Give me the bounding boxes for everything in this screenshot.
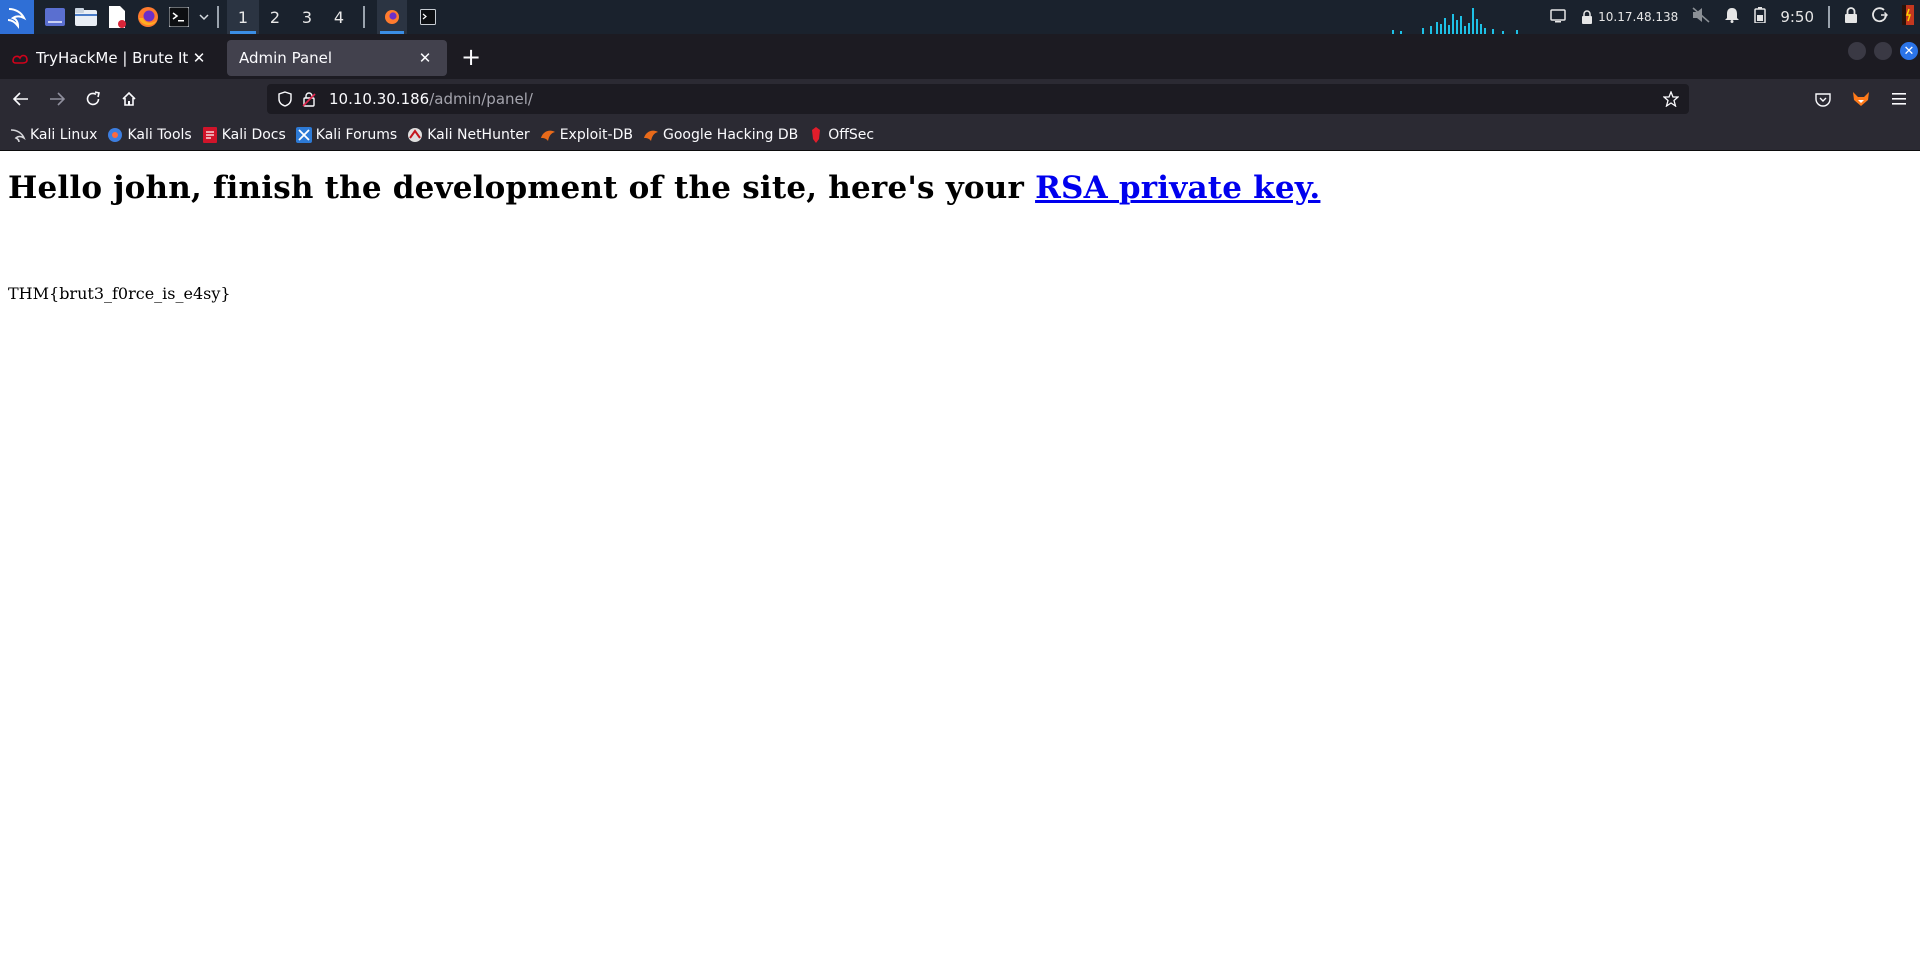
insecure-lock-icon[interactable] <box>299 89 319 109</box>
rsa-private-key-link[interactable]: RSA private key. <box>1035 170 1320 206</box>
bookmark-label: Kali NetHunter <box>427 126 530 143</box>
tab-close-icon[interactable]: ✕ <box>415 48 435 68</box>
taskbar-firefox-window[interactable] <box>377 0 407 34</box>
tab-admin-panel[interactable]: Admin Panel ✕ <box>227 39 447 76</box>
bookmark-label: Google Hacking DB <box>662 126 799 143</box>
bookmark-offsec[interactable]: OffSec <box>808 126 875 143</box>
close-window-button[interactable]: ✕ <box>1900 42 1918 60</box>
bookmark-exploit-db[interactable]: Exploit-DB <box>540 127 633 143</box>
workspace-switcher: 1 2 3 4 <box>227 0 355 34</box>
bookmark-kali-tools[interactable]: Kali Tools <box>107 126 192 143</box>
window-controls: ✕ <box>1848 42 1918 60</box>
tab-title: TryHackMe | Brute It <box>36 48 189 67</box>
logout-icon[interactable] <box>1872 7 1889 27</box>
bookmark-label: OffSec <box>828 126 875 143</box>
battery-icon[interactable] <box>1754 7 1767 27</box>
navigation-toolbar: 10.10.30.186/admin/panel/ <box>0 79 1920 119</box>
bookmark-label: Exploit-DB <box>559 126 633 143</box>
power-icon[interactable] <box>1902 5 1914 29</box>
forward-button[interactable] <box>42 84 72 114</box>
file-manager-icon[interactable] <box>75 6 97 28</box>
heading-text: Hello john, finish the development of th… <box>8 170 1036 206</box>
page-content: Hello john, finish the development of th… <box>0 152 1920 963</box>
bookmark-label: Kali Tools <box>127 126 192 143</box>
terminal-launcher-icon[interactable] <box>168 6 190 28</box>
ghdb-icon <box>643 127 659 143</box>
flag-text: THM{brut3_f0rce_is_e4sy} <box>8 284 231 303</box>
kali-dragon-icon <box>7 8 27 29</box>
bookmark-label: Kali Forums <box>315 126 398 143</box>
kali-menu-button[interactable] <box>0 0 34 34</box>
url-path: /admin/panel/ <box>429 90 533 108</box>
firefox-icon <box>385 10 399 24</box>
text-editor-icon[interactable] <box>106 6 128 28</box>
bookmark-kali-linux[interactable]: Kali Linux <box>10 127 97 143</box>
kali-forums-icon <box>295 126 312 143</box>
page-heading: Hello john, finish the development of th… <box>8 170 1320 206</box>
lock-screen-icon[interactable] <box>1844 7 1858 27</box>
firefox-launcher-icon[interactable] <box>137 6 159 28</box>
exploit-db-icon <box>540 127 556 143</box>
show-desktop-icon[interactable] <box>44 6 66 28</box>
vpn-ip-label: 10.17.48.138 <box>1598 10 1679 24</box>
bookmarks-toolbar: Kali Linux Kali Tools Kali Docs Kali For… <box>0 119 1920 151</box>
bookmark-kali-forums[interactable]: Kali Forums <box>295 126 398 143</box>
network-monitor-graph <box>1392 8 1518 34</box>
url-text[interactable]: 10.10.30.186/admin/panel/ <box>329 90 533 108</box>
volume-muted-icon[interactable] <box>1692 7 1710 27</box>
new-tab-button[interactable]: + <box>453 39 489 75</box>
pocket-icon[interactable] <box>1812 84 1834 114</box>
thm-icon <box>12 50 28 66</box>
hamburger-menu-icon[interactable] <box>1888 84 1910 114</box>
minimize-window-button[interactable] <box>1848 42 1866 60</box>
kali-docs-icon <box>202 126 218 143</box>
panel-separator <box>1828 6 1830 28</box>
arrow-left-icon <box>13 92 28 106</box>
workspace-4-button[interactable]: 4 <box>323 0 355 34</box>
offsec-icon <box>808 126 824 143</box>
tab-title: Admin Panel <box>239 48 333 67</box>
nethunter-icon <box>407 127 423 143</box>
home-button[interactable] <box>114 84 144 114</box>
home-icon <box>122 91 136 106</box>
clock[interactable]: 9:50 <box>1780 8 1814 26</box>
notifications-bell-icon[interactable] <box>1724 7 1740 27</box>
chevron-down-icon[interactable] <box>199 6 209 28</box>
screen-icon[interactable] <box>1550 8 1566 27</box>
reload-button[interactable] <box>78 84 108 114</box>
top-panel: 1 2 3 4 10.17.48.138 9:50 <box>0 0 1920 34</box>
bookmark-kali-nethunter[interactable]: Kali NetHunter <box>407 126 530 143</box>
tab-tryhackme[interactable]: TryHackMe | Brute It ✕ <box>0 40 221 76</box>
browser-tab-strip: TryHackMe | Brute It ✕ Admin Panel ✕ + ✕ <box>0 34 1920 79</box>
bookmark-kali-docs[interactable]: Kali Docs <box>202 126 286 143</box>
kali-tools-icon <box>107 127 123 143</box>
foxyproxy-extension-icon[interactable] <box>1850 84 1872 114</box>
address-bar[interactable]: 10.10.30.186/admin/panel/ <box>267 84 1689 114</box>
arrow-right-icon <box>50 92 65 106</box>
terminal-icon <box>420 9 436 25</box>
workspace-1-button[interactable]: 1 <box>227 0 259 34</box>
workspace-2-button[interactable]: 2 <box>259 0 291 34</box>
bookmark-label: Kali Linux <box>30 126 98 143</box>
system-tray: 10.17.48.138 9:50 <box>1550 0 1920 34</box>
url-host: 10.10.30.186 <box>329 90 430 108</box>
panel-separator <box>217 6 219 28</box>
reload-icon <box>86 91 100 106</box>
bookmark-google-hacking-db[interactable]: Google Hacking DB <box>643 127 798 143</box>
bookmark-label: Kali Docs <box>221 126 286 143</box>
panel-separator <box>363 6 365 28</box>
kali-dragon-icon <box>10 127 26 143</box>
bookmark-star-icon[interactable] <box>1661 89 1681 109</box>
maximize-window-button[interactable] <box>1874 42 1892 60</box>
taskbar-terminal-window[interactable] <box>413 0 443 34</box>
vpn-indicator[interactable]: 10.17.48.138 <box>1580 10 1678 24</box>
tracking-protection-shield-icon[interactable] <box>275 89 295 109</box>
tab-close-icon[interactable]: ✕ <box>189 48 209 68</box>
workspace-3-button[interactable]: 3 <box>291 0 323 34</box>
vpn-lock-icon <box>1582 10 1593 24</box>
back-button[interactable] <box>6 84 36 114</box>
